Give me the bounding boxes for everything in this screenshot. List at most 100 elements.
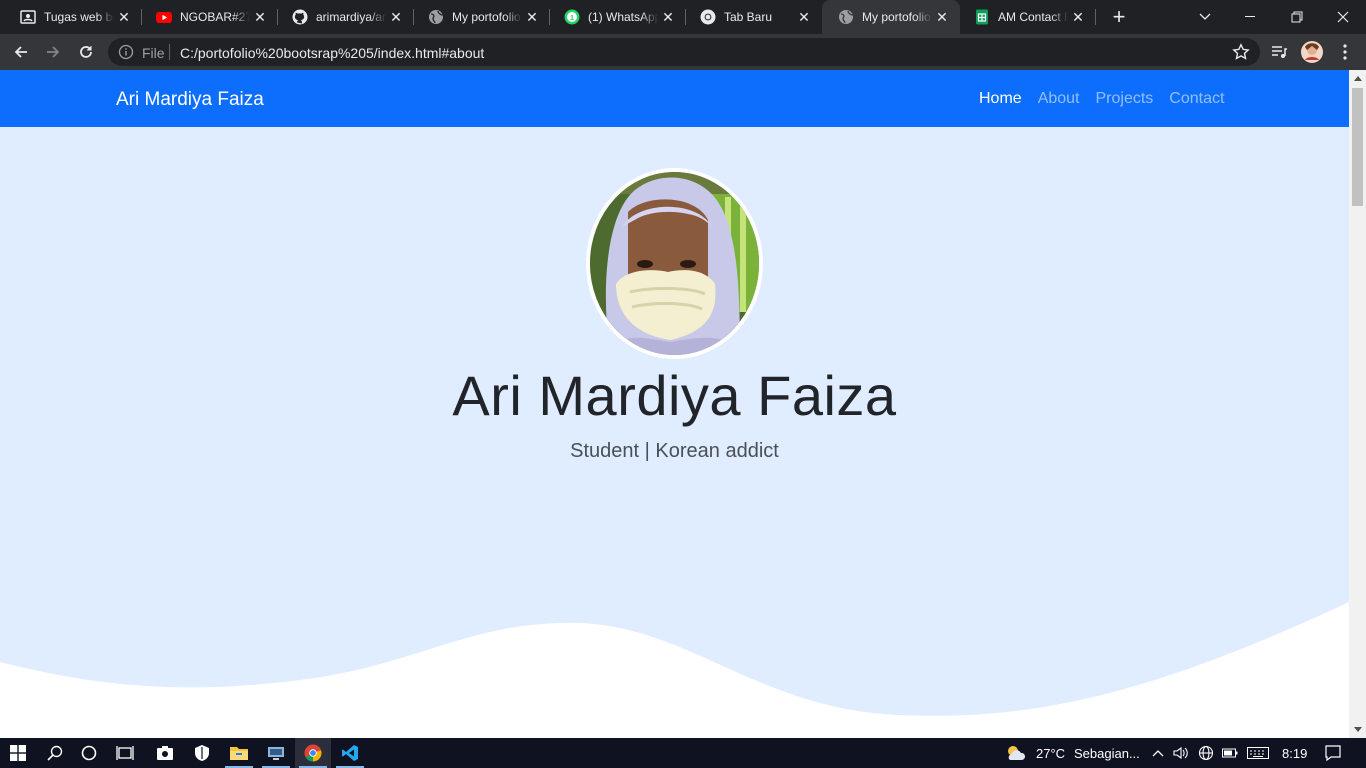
close-tab-icon[interactable]: ✕	[114, 7, 134, 27]
tab-title: (1) WhatsApp	[588, 10, 658, 24]
close-tab-icon[interactable]: ✕	[1068, 7, 1088, 27]
start-button[interactable]	[0, 738, 36, 768]
minimize-button[interactable]	[1228, 0, 1274, 34]
taskbar-security-app[interactable]	[184, 738, 220, 768]
tab-4[interactable]: My portofolio ✕	[412, 0, 550, 34]
taskbar-file-explorer[interactable]	[221, 738, 257, 768]
hero-section: Ari Mardiya Faiza Student | Korean addic…	[0, 127, 1349, 738]
weather-icon[interactable]	[1003, 738, 1027, 768]
chrome-icon	[304, 744, 322, 762]
menu-button[interactable]	[1331, 38, 1359, 66]
windows-taskbar: 27°C Sebagian... 8:19	[0, 738, 1366, 768]
clock[interactable]: 8:19	[1282, 746, 1307, 761]
globe-icon	[1198, 745, 1214, 761]
cortana-button[interactable]	[72, 738, 106, 768]
more-vert-icon	[1343, 44, 1347, 60]
tab-search-button[interactable]	[1182, 0, 1228, 34]
close-tab-icon[interactable]: ✕	[250, 7, 270, 27]
reload-button[interactable]	[72, 38, 100, 66]
taskbar-chrome[interactable]	[295, 738, 331, 768]
notification-icon	[1325, 745, 1341, 761]
caret-down-icon	[1353, 727, 1362, 732]
taskbar-vscode[interactable]	[332, 738, 368, 768]
shield-icon	[195, 745, 209, 761]
media-control-button[interactable]	[1265, 38, 1293, 66]
network-button[interactable]	[1196, 738, 1216, 768]
tray-overflow-button[interactable]	[1149, 738, 1167, 768]
windows-icon	[10, 745, 26, 761]
tab-title: My portofolio	[862, 10, 931, 24]
tab-title: Tugas web bootstrap	[44, 10, 114, 24]
tab-5[interactable]: 1 (1) WhatsApp ✕	[548, 0, 686, 34]
scroll-thumb[interactable]	[1352, 88, 1363, 206]
globe-icon	[428, 9, 444, 25]
close-tab-icon[interactable]: ✕	[932, 7, 952, 27]
weather-temp[interactable]: 27°C	[1036, 746, 1065, 761]
battery-button[interactable]	[1220, 738, 1240, 768]
caret-up-icon	[1353, 76, 1362, 81]
restore-button[interactable]	[1274, 0, 1320, 34]
tab-1[interactable]: Tugas web bootstrap ✕	[4, 0, 142, 34]
navbar-brand[interactable]: Ari Mardiya Faiza	[116, 89, 264, 111]
close-tab-icon[interactable]: ✕	[794, 7, 814, 27]
nav-link-contact[interactable]: Contact	[1169, 90, 1224, 108]
action-center-button[interactable]	[1320, 738, 1346, 768]
playlist-icon	[1272, 46, 1287, 58]
monitor-icon	[268, 747, 284, 760]
tab-title: Tab Baru	[724, 10, 773, 24]
minimize-icon	[1245, 16, 1255, 17]
close-icon	[1337, 11, 1349, 23]
tab-3[interactable]: arimardiya/arimardiya ✕	[276, 0, 414, 34]
page-viewport: Ari Mardiya Faiza Home About Projects Co…	[0, 70, 1366, 738]
close-tab-icon[interactable]: ✕	[658, 7, 678, 27]
taskbar-remote-app[interactable]	[258, 738, 294, 768]
task-view-button[interactable]	[108, 738, 142, 768]
scroll-up-button[interactable]	[1349, 70, 1366, 87]
bookmark-star-icon[interactable]	[1232, 43, 1250, 61]
tab-2[interactable]: NGOBAR#27 ✕	[140, 0, 278, 34]
profile-photo	[586, 168, 763, 359]
profile-button[interactable]	[1298, 38, 1326, 66]
info-icon[interactable]	[118, 44, 134, 60]
vscode-icon	[342, 745, 358, 761]
close-window-button[interactable]	[1320, 0, 1366, 34]
volume-button[interactable]	[1171, 738, 1191, 768]
youtube-icon	[156, 9, 172, 25]
scheme-label: File	[142, 45, 165, 61]
new-tab-button[interactable]: +	[1106, 4, 1132, 30]
forward-button[interactable]	[39, 38, 67, 66]
site-navbar: Ari Mardiya Faiza Home About Projects Co…	[0, 70, 1349, 127]
nav-link-home[interactable]: Home	[979, 90, 1022, 108]
taskbar-camera-app[interactable]	[147, 738, 183, 768]
svg-text:1: 1	[570, 15, 574, 22]
nav-link-projects[interactable]: Projects	[1096, 90, 1154, 108]
tab-7-active[interactable]: My portofolio ✕	[822, 0, 960, 34]
close-tab-icon[interactable]: ✕	[386, 7, 406, 27]
arrow-left-icon	[14, 46, 27, 58]
wave-divider	[0, 602, 1349, 738]
page-scrollbar[interactable]	[1349, 70, 1366, 738]
volume-icon	[1173, 746, 1188, 760]
back-button[interactable]	[7, 38, 35, 66]
globe-icon	[838, 9, 854, 25]
battery-icon	[1222, 748, 1238, 758]
chrome-icon	[700, 9, 716, 25]
close-tab-icon[interactable]: ✕	[522, 7, 542, 27]
nav-link-about[interactable]: About	[1038, 90, 1080, 108]
tab-8[interactable]: AM Contact Form ✕	[958, 0, 1096, 34]
keyboard-button[interactable]	[1245, 738, 1271, 768]
github-icon	[292, 9, 308, 25]
weather-desc[interactable]: Sebagian...	[1074, 746, 1140, 761]
search-button[interactable]	[38, 738, 72, 768]
tab-title: arimardiya/arimardiya	[316, 10, 386, 24]
chevron-down-icon	[1199, 13, 1211, 20]
camera-icon	[157, 746, 173, 760]
address-bar[interactable]: File C:/portofolio%20bootsrap%205/index.…	[108, 38, 1260, 66]
hero-tagline: Student | Korean addict	[570, 440, 779, 462]
url-text[interactable]: C:/portofolio%20bootsrap%205/index.html#…	[180, 45, 484, 61]
tab-6[interactable]: Tab Baru ✕	[684, 0, 822, 34]
browser-toolbar: File C:/portofolio%20bootsrap%205/index.…	[0, 34, 1366, 70]
folder-icon	[230, 747, 248, 760]
tab-title: AM Contact Form	[998, 10, 1068, 24]
scroll-down-button[interactable]	[1349, 721, 1366, 738]
